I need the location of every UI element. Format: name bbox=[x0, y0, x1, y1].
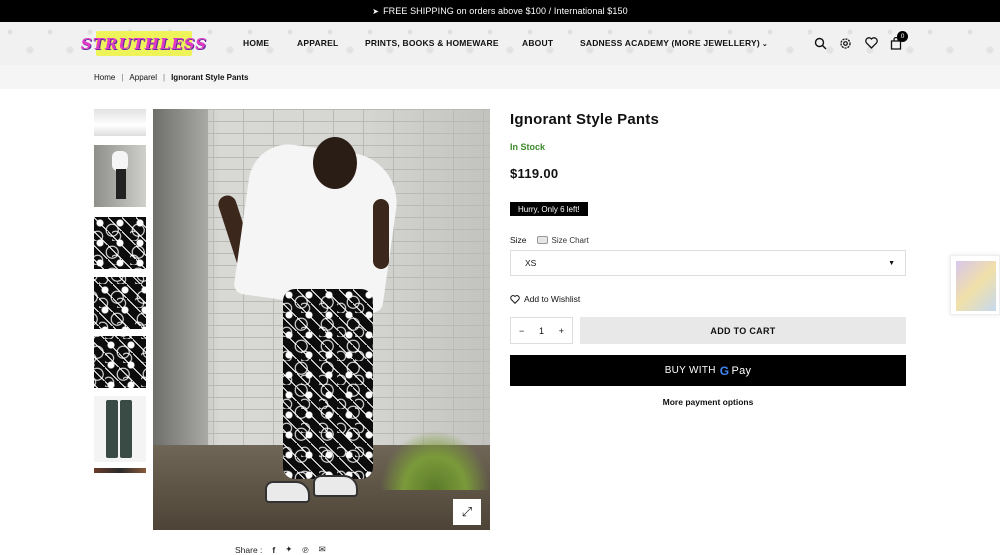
recently-viewed-thumbnail[interactable] bbox=[950, 255, 1000, 315]
nav-item-home[interactable]: HOME bbox=[243, 38, 269, 48]
product-thumbnail[interactable] bbox=[94, 109, 146, 136]
size-select-value: XS bbox=[525, 258, 537, 268]
paper-plane-icon: ➤ bbox=[372, 6, 380, 16]
zoom-expand-icon[interactable]: ⤢ bbox=[453, 499, 481, 525]
buy-with-gpay-button[interactable]: BUY WITH G Pay bbox=[510, 355, 906, 386]
breadcrumb: Home | Apparel | Ignorant Style Pants bbox=[0, 65, 1000, 89]
size-chart-label: Size Chart bbox=[551, 235, 589, 245]
size-row: Size Size Chart bbox=[510, 235, 589, 245]
product-thumbnail[interactable] bbox=[94, 217, 146, 269]
add-to-cart-button[interactable]: ADD TO CART bbox=[580, 317, 906, 344]
nav-item-about[interactable]: ABOUT bbox=[522, 38, 553, 48]
size-select[interactable]: XS ▼ bbox=[510, 250, 906, 276]
cart-count-badge: 0 bbox=[897, 31, 908, 42]
ruler-icon bbox=[536, 236, 548, 244]
add-to-wishlist[interactable]: Add to Wishlist bbox=[510, 294, 580, 304]
breadcrumb-current: Ignorant Style Pants bbox=[171, 72, 249, 82]
nav-item-prints[interactable]: PRINTS, BOOKS & HOMEWARE bbox=[365, 38, 499, 48]
breadcrumb-separator: | bbox=[121, 72, 124, 82]
settings-icon[interactable] bbox=[838, 36, 852, 50]
product-price: $119.00 bbox=[510, 166, 559, 181]
quantity-stepper: − 1 + bbox=[510, 317, 573, 344]
heart-outline-icon bbox=[510, 294, 520, 304]
qty-increase-button[interactable]: + bbox=[559, 326, 564, 336]
chevron-down-icon: ⌄ bbox=[761, 41, 768, 48]
site-header: STRUTHLESS HOME APPAREL PRINTS, BOOKS & … bbox=[0, 22, 1000, 65]
email-icon[interactable]: ✉ bbox=[319, 544, 326, 555]
google-g-logo: G bbox=[719, 363, 730, 378]
gpay-label: Pay bbox=[731, 364, 752, 377]
product-thumbnail[interactable] bbox=[94, 277, 146, 329]
search-icon[interactable] bbox=[813, 36, 827, 50]
qty-value[interactable]: 1 bbox=[539, 326, 544, 336]
wishlist-label: Add to Wishlist bbox=[524, 294, 581, 304]
twitter-icon[interactable]: ✦ bbox=[285, 544, 292, 555]
product-thumbnail[interactable] bbox=[94, 396, 146, 462]
announcement-text: FREE SHIPPING on orders above $100 / Int… bbox=[383, 6, 628, 16]
caret-down-icon: ▼ bbox=[888, 259, 895, 267]
share-bar: Share : f ✦ ℗ ✉ bbox=[235, 544, 326, 555]
low-stock-badge: Hurry, Only 6 left! bbox=[510, 202, 588, 216]
share-label: Share : bbox=[235, 544, 263, 555]
nav-item-sadness-academy[interactable]: SADNESS ACADEMY (MORE JEWELLERY) ⌄ bbox=[580, 38, 768, 48]
breadcrumb-home[interactable]: Home bbox=[94, 73, 115, 82]
bag-icon[interactable]: 0 bbox=[889, 31, 908, 50]
product-thumbnail[interactable] bbox=[94, 336, 146, 388]
qty-decrease-button[interactable]: − bbox=[519, 326, 524, 336]
stock-status: In Stock bbox=[510, 142, 546, 152]
heart-icon[interactable] bbox=[864, 36, 878, 50]
product-thumbnail[interactable] bbox=[94, 145, 146, 207]
product-thumbnail[interactable] bbox=[94, 468, 146, 473]
size-label: Size bbox=[510, 235, 527, 245]
nav-label: SADNESS ACADEMY (MORE JEWELLERY) bbox=[580, 38, 760, 48]
facebook-icon[interactable]: f bbox=[272, 545, 275, 555]
breadcrumb-apparel[interactable]: Apparel bbox=[129, 73, 157, 82]
pinterest-icon[interactable]: ℗ bbox=[302, 545, 308, 555]
buy-with-label: BUY WITH bbox=[664, 365, 716, 376]
breadcrumb-separator: | bbox=[163, 72, 166, 82]
product-main-image: ⤢ bbox=[153, 109, 490, 530]
size-chart-link[interactable]: Size Chart bbox=[536, 235, 589, 245]
product-title: Ignorant Style Pants bbox=[510, 111, 660, 128]
more-payment-options-link[interactable]: More payment options bbox=[510, 397, 906, 407]
nav-item-apparel[interactable]: APPAREL bbox=[297, 38, 338, 48]
site-logo[interactable]: STRUTHLESS bbox=[81, 31, 206, 56]
announcement-bar: ➤ FREE SHIPPING on orders above $100 / I… bbox=[0, 0, 1000, 22]
